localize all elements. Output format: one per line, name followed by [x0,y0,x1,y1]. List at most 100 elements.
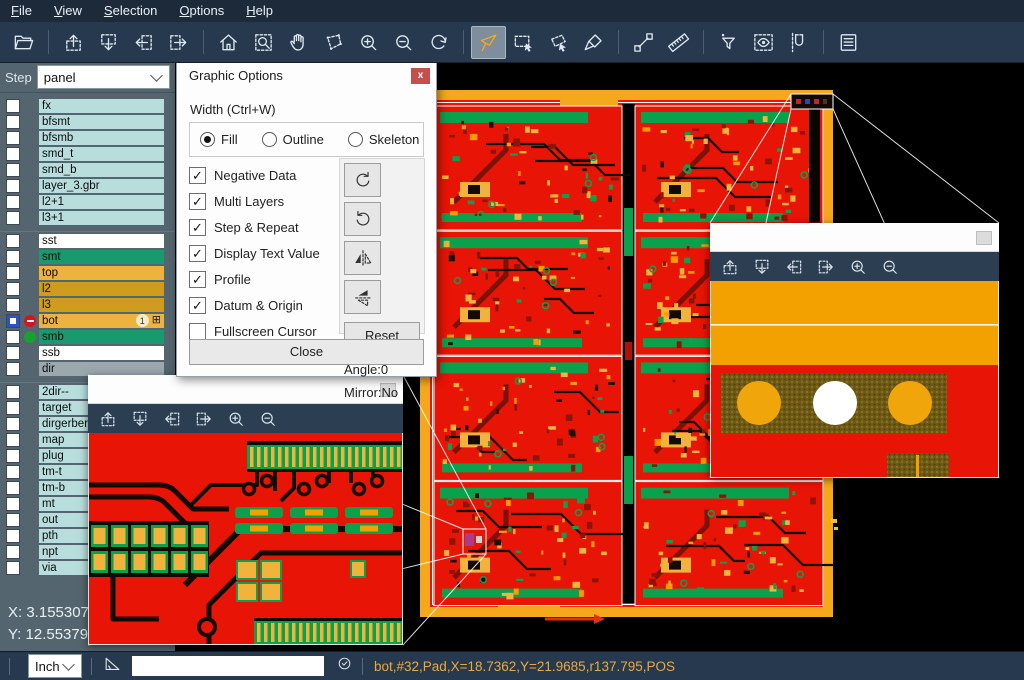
layer-visibility-checkbox[interactable] [6,330,20,344]
layer-visibility-checkbox[interactable] [6,115,20,129]
radio-outline[interactable]: Outline [262,132,324,147]
toolbar-button-properties-panel[interactable] [831,26,866,59]
layer-visibility-checkbox[interactable] [6,417,20,431]
toolbar-button-view-options[interactable] [746,26,781,59]
toolbar-button-select-arrow[interactable] [471,26,506,59]
checkbox[interactable]: ✓ [189,193,206,210]
checkbox[interactable]: ✓ [189,219,206,236]
layer-visibility-checkbox[interactable] [6,385,20,399]
toolbar-button-zoom-out[interactable] [386,26,421,59]
layer-row-layer_3.gbr[interactable]: layer_3.gbr [0,178,175,193]
checkbox[interactable]: ✓ [189,245,206,262]
checkbox[interactable]: ✓ [189,297,206,314]
layer-visibility-checkbox[interactable] [6,163,20,177]
layer-visibility-checkbox[interactable] [6,561,20,575]
layer-visibility-checkbox[interactable] [6,250,20,264]
menu-help[interactable]: Help [235,0,284,22]
layer-row-fx[interactable]: fx [0,98,175,113]
toolbar-button-snap-magnet[interactable] [781,26,816,59]
toolbar-button-move-down[interactable] [91,26,126,59]
option-negative-data[interactable]: ✓Negative Data [189,162,320,188]
toolbar-button-move-up[interactable] [56,26,91,59]
option-datum-origin[interactable]: ✓Datum & Origin [189,292,320,318]
step-select[interactable]: panel [37,65,170,89]
layer-row-l2+1[interactable]: l2+1 [0,194,175,209]
radio-fill[interactable]: Fill [200,132,238,147]
toolbar-button-select-rectangle[interactable] [506,26,541,59]
toolbar-button-measure-ruler[interactable] [661,26,696,59]
angle-mode-icon[interactable] [103,654,122,678]
radio-circle[interactable] [348,132,363,147]
layer-visibility-checkbox[interactable] [6,545,20,559]
layer-row-bfsmt[interactable]: bfsmt [0,114,175,129]
layer-row-top[interactable]: top [0,265,175,280]
layer-visibility-checkbox[interactable] [6,346,20,360]
popup-toolbar-button-zoom-in[interactable] [220,405,252,433]
layer-visibility-checkbox[interactable] [6,314,20,328]
popup-window-button[interactable] [976,231,992,245]
rotate-ccw-button[interactable] [344,202,381,236]
layer-visibility-checkbox[interactable] [6,465,20,479]
layer-visibility-checkbox[interactable] [6,513,20,527]
radio-skeleton[interactable]: Skeleton [348,132,420,147]
rotate-cw-button[interactable] [344,163,381,197]
unit-select[interactable]: Inch [28,654,82,678]
layer-visibility-checkbox[interactable] [6,401,20,415]
layer-visibility-checkbox[interactable] [6,362,20,376]
popup-toolbar-button-zoom-out[interactable] [874,253,906,281]
toolbar-button-filter[interactable] [711,26,746,59]
radio-circle[interactable] [262,132,277,147]
layer-visibility-checkbox[interactable] [6,195,20,209]
toolbar-button-pan-hand[interactable] [281,26,316,59]
magnifier-left-content[interactable] [88,433,403,645]
popup-toolbar-button-move-left[interactable] [156,405,188,433]
option-multi-layers[interactable]: ✓Multi Layers [189,188,320,214]
layer-visibility-checkbox[interactable] [6,481,20,495]
layer-visibility-checkbox[interactable] [6,131,20,145]
toolbar-button-home[interactable] [211,26,246,59]
layer-row-sst[interactable]: sst [0,233,175,248]
popup-toolbar-button-move-left[interactable] [778,253,810,281]
toolbar-button-open-folder[interactable] [6,26,41,59]
layer-visibility-checkbox[interactable] [6,433,20,447]
menu-selection[interactable]: Selection [93,0,168,22]
toolbar-button-select-polygon[interactable] [541,26,576,59]
layer-visibility-checkbox[interactable] [6,282,20,296]
toolbar-button-zoom-in[interactable] [351,26,386,59]
layer-row-ssb[interactable]: ssb [0,345,175,360]
toolbar-button-zoom-window[interactable] [246,26,281,59]
checkbox[interactable]: ✓ [189,167,206,184]
layer-row-l2[interactable]: l2 [0,281,175,296]
menu-options[interactable]: Options [168,0,235,22]
command-input[interactable] [132,656,324,676]
mirror-vertical-button[interactable] [344,280,381,314]
layer-row-bot[interactable]: bot1⊞ [0,313,175,328]
layer-row-smd_t[interactable]: smd_t [0,146,175,161]
toolbar-button-zoom-polygon[interactable] [316,26,351,59]
toolbar-button-move-right[interactable] [161,26,196,59]
toolbar-button-move-left[interactable] [126,26,161,59]
layer-row-bfsmb[interactable]: bfsmb [0,130,175,145]
toolbar-button-clear-highlight[interactable] [576,26,611,59]
layer-visibility-checkbox[interactable] [6,529,20,543]
layer-visibility-checkbox[interactable] [6,99,20,113]
layer-row-l3[interactable]: l3 [0,297,175,312]
layer-visibility-checkbox[interactable] [6,147,20,161]
popup-toolbar-button-zoom-in[interactable] [842,253,874,281]
layer-row-smb[interactable]: smb [0,329,175,344]
layer-row-dir[interactable]: dir [0,361,175,376]
dialog-close-button[interactable]: x [411,68,430,84]
radio-circle[interactable] [200,132,215,147]
layer-visibility-checkbox[interactable] [6,179,20,193]
menu-view[interactable]: View [43,0,93,22]
magnifier-right-content[interactable] [710,281,999,478]
layer-visibility-checkbox[interactable] [6,211,20,225]
toolbar-button-measure-distance[interactable] [626,26,661,59]
toolbar-button-zoom-previous[interactable] [421,26,456,59]
layer-row-smd_b[interactable]: smd_b [0,162,175,177]
close-button[interactable]: Close [189,339,424,365]
option-profile[interactable]: ✓Profile [189,266,320,292]
layer-visibility-checkbox[interactable] [6,298,20,312]
popup-toolbar-button-zoom-out[interactable] [252,405,284,433]
checkbox[interactable] [189,323,206,340]
